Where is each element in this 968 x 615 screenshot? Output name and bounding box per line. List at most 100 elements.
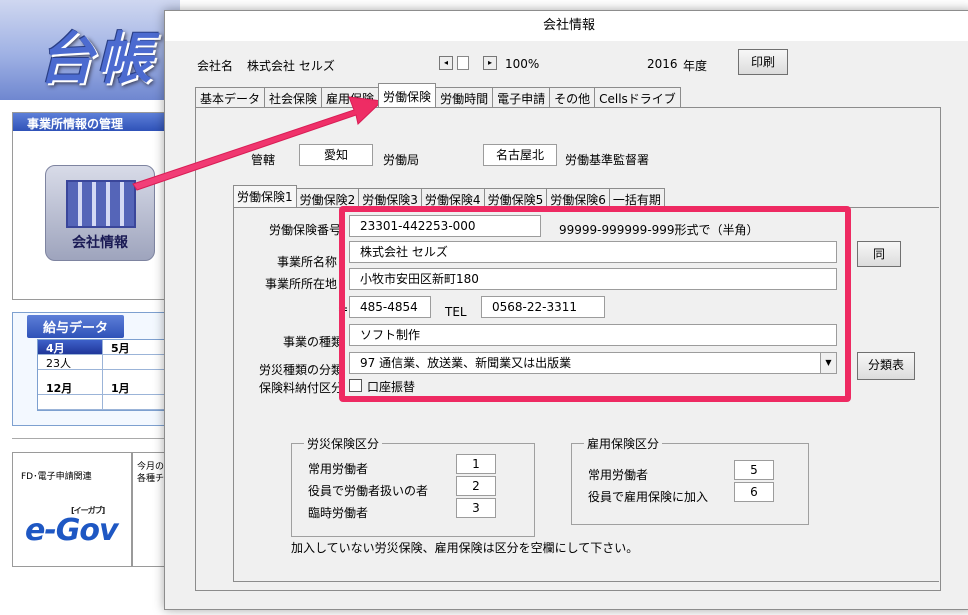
same-button[interactable]: 同: [857, 241, 901, 267]
month-cell[interactable]: 4月: [38, 340, 103, 355]
rousai-officer-label: 役員で労働者扱いの者: [308, 484, 429, 498]
month-cell[interactable]: 12月: [38, 380, 103, 395]
dialog-title: 会社情報: [165, 11, 968, 41]
insurance-no-field[interactable]: 23301-442253-000: [349, 215, 541, 237]
koyou-regular-field[interactable]: 5: [734, 460, 774, 480]
count-cell: [38, 395, 103, 410]
month-cell[interactable]: 5月: [103, 340, 168, 355]
month-cell[interactable]: 1月: [103, 380, 168, 395]
company-info-button[interactable]: 会社情報: [45, 165, 155, 261]
account-transfer-checkbox[interactable]: [349, 379, 362, 392]
tab-social-insurance[interactable]: 社会保険: [264, 87, 323, 107]
egov-panel[interactable]: FD･電子申請関連 [イーガブ] e-Gov: [12, 452, 132, 567]
count-cell: [103, 395, 168, 410]
salary-row: 12月 1月: [38, 380, 168, 395]
egov-sub-label: [イーガブ]: [71, 506, 105, 515]
office-panel-title: 事業所情報の管理: [13, 113, 166, 131]
company-info-label: 会社情報: [72, 235, 128, 251]
company-name-label: 会社名: [197, 59, 234, 73]
chevron-down-icon[interactable]: ▼: [820, 353, 836, 373]
office-name-label: 事業所名称: [277, 255, 338, 269]
labor-insurance-subtabs: 労働保険1 労働保険2 労働保険3 労働保険4 労働保険5 労働保険6 一括有期: [233, 185, 665, 207]
koyou-officer-field[interactable]: 6: [734, 482, 774, 502]
koyou-group: 雇用保険区分 常用労働者 5 役員で雇用保険に加入 6: [571, 435, 809, 525]
zoom-right-icon[interactable]: ▸: [483, 56, 497, 70]
egov-logo-text: e-Gov: [25, 513, 119, 548]
subtab-labor-insurance-6[interactable]: 労働保険6: [546, 188, 610, 207]
tab-other[interactable]: その他: [549, 87, 596, 107]
salary-panel-title: 給与データ: [27, 315, 125, 338]
salary-data-panel: 給与データ 4月 5月 23人 12月 1月: [12, 312, 169, 426]
insurance-no-label: 労働保険番号: [269, 223, 342, 237]
classification-label: 労災種類の分類: [259, 363, 344, 377]
labor-bureau-label: 労働局: [383, 153, 420, 167]
subtab-labor-insurance-1[interactable]: 労働保険1: [233, 185, 297, 207]
zoom-left-icon[interactable]: ◂: [439, 56, 453, 70]
app-logo: 台帳: [38, 26, 154, 92]
insurance-no-hint: 99999-999999-999形式で（半角）: [559, 223, 759, 237]
fiscal-year-unit: 年度: [683, 59, 708, 73]
salary-row: [38, 370, 168, 380]
koyou-officer-label: 役員で雇用保険に加入: [588, 490, 709, 504]
office-info-panel: 事業所情報の管理 会社情報: [12, 112, 167, 300]
print-button[interactable]: 印刷: [738, 49, 788, 75]
zoom-track[interactable]: [457, 56, 469, 70]
subtab-labor-insurance-2[interactable]: 労働保険2: [295, 188, 360, 207]
classification-select[interactable]: 97 通信業、放送業、新聞業又は出版業 ▼: [349, 352, 837, 374]
tab-working-hours[interactable]: 労働時間: [435, 87, 494, 107]
count-cell: 23人: [38, 355, 103, 370]
footer-note: 加入していない労災保険、雇用保険は区分を空欄にして下さい。: [291, 541, 639, 555]
account-transfer-label: 口座振替: [367, 380, 416, 394]
company-name-value: 株式会社 セルズ: [247, 59, 335, 73]
payment-label: 保険料納付区分: [259, 381, 344, 395]
zoom-level: 100%: [505, 57, 540, 71]
fd-label: FD･電子申請関連: [21, 472, 92, 482]
business-type-field[interactable]: ソフト制作: [349, 324, 837, 346]
tab-labor-insurance[interactable]: 労働保険: [378, 83, 437, 107]
monthly-check-panel[interactable]: 今月の 各種チ: [132, 452, 168, 567]
koyou-regular-label: 常用労働者: [588, 468, 649, 482]
classification-value: 97 通信業、放送業、新聞業又は出版業: [360, 356, 572, 370]
main-tabs: 基本データ 社会保険 雇用保険 労働保険 労働時間 電子申請 その他 Cells…: [195, 83, 681, 107]
tel-label: TEL: [445, 305, 467, 319]
salary-row: 23人: [38, 355, 168, 370]
rousai-group: 労災保険区分 常用労働者 1 役員で労働者扱いの者 2 臨時労働者 3: [291, 435, 535, 537]
office-address-label: 事業所所在地: [265, 277, 338, 291]
tel-field[interactable]: 0568-22-3311: [481, 296, 605, 318]
subtab-labor-insurance-5[interactable]: 労働保険5: [483, 188, 548, 207]
tab-e-application[interactable]: 電子申請: [492, 87, 551, 107]
rousai-regular-label: 常用労働者: [308, 462, 369, 476]
egov-logo: [イーガブ] e-Gov: [25, 506, 119, 548]
prefecture-field[interactable]: 愛知: [299, 144, 373, 166]
building-icon: [66, 180, 136, 228]
subtab-labor-insurance-4[interactable]: 労働保険4: [420, 188, 485, 207]
app-header: 台帳: [0, 0, 180, 100]
count-cell: [103, 355, 168, 370]
salary-row: 4月 5月: [38, 340, 168, 355]
fiscal-year: 2016: [647, 57, 678, 71]
subtab-lump-sum[interactable]: 一括有期: [608, 188, 665, 207]
koyou-group-title: 雇用保険区分: [584, 435, 663, 452]
rousai-regular-field[interactable]: 1: [456, 454, 496, 474]
salary-row: [38, 395, 168, 410]
classification-table-button[interactable]: 分類表: [857, 352, 915, 380]
salary-grid: 4月 5月 23人 12月 1月: [37, 339, 169, 411]
tab-basic-data[interactable]: 基本データ: [195, 87, 266, 107]
rousai-temporary-field[interactable]: 3: [456, 498, 496, 518]
office-address-field[interactable]: 小牧市安田区新町180: [349, 268, 837, 290]
subtab-labor-insurance-3[interactable]: 労働保険3: [358, 188, 422, 207]
postal-mark: 〒: [337, 305, 350, 319]
company-info-dialog: 会社情報 会社名 株式会社 セルズ ◂ ▸ 100% 2016 年度 印刷 基本…: [164, 10, 968, 610]
business-type-label: 事業の種類: [283, 335, 344, 349]
monthly-check-text: 今月の 各種チ: [137, 462, 165, 484]
spacer-cell: [103, 370, 168, 380]
tab-cells-drive[interactable]: Cellsドライブ: [594, 87, 681, 107]
rousai-temporary-label: 臨時労働者: [308, 506, 369, 520]
labor-office-field[interactable]: 名古屋北: [483, 144, 557, 166]
spacer-cell: [38, 370, 103, 380]
jurisdiction-label: 管轄: [251, 153, 276, 167]
tab-employment-insurance[interactable]: 雇用保険: [321, 87, 380, 107]
rousai-officer-field[interactable]: 2: [456, 476, 496, 496]
postal-code-field[interactable]: 485-4854: [349, 296, 431, 318]
office-name-field[interactable]: 株式会社 セルズ: [349, 241, 837, 263]
